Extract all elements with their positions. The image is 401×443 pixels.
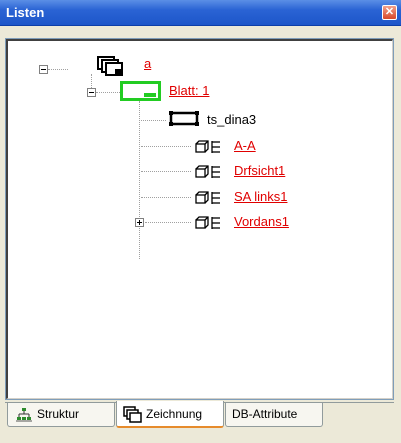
- view-icon: [195, 140, 220, 153]
- sheet-icon: [120, 81, 161, 101]
- tree-node-view[interactable]: SA links1: [234, 189, 287, 205]
- tab-strip: Struktur Zeichnung DB-Attribute: [5, 401, 394, 433]
- drawing-stack-icon: [97, 56, 123, 76]
- tab-label: Zeichnung: [146, 407, 203, 421]
- frame-format-icon: [169, 111, 199, 126]
- view-icon: [195, 191, 220, 204]
- tree-node-view[interactable]: Vordans1: [234, 214, 289, 230]
- view-expand-toggle[interactable]: [135, 218, 144, 227]
- tree-node-format[interactable]: ts_dina3: [207, 112, 256, 128]
- tree-node-root[interactable]: a: [144, 56, 151, 72]
- structure-icon: [16, 408, 32, 422]
- tab-zeichnung[interactable]: Zeichnung: [116, 401, 224, 428]
- tab-db-attribute[interactable]: DB-Attribute: [225, 403, 323, 427]
- tree-node-view[interactable]: Drfsicht1: [234, 163, 285, 179]
- tab-label: DB-Attribute: [232, 407, 298, 421]
- tree-panel: a Blatt: 1 ts_dina3 A-A Drfsicht1 SA lin…: [5, 38, 394, 400]
- view-icon: [195, 216, 220, 229]
- tab-struktur[interactable]: Struktur: [7, 403, 115, 427]
- drawing-icon: [123, 406, 142, 423]
- tree-view[interactable]: a Blatt: 1 ts_dina3 A-A Drfsicht1 SA lin…: [6, 39, 393, 399]
- title-bar: Listen ✕: [0, 0, 401, 26]
- window-title: Listen: [6, 5, 45, 20]
- close-icon: ✕: [384, 6, 395, 18]
- root-collapse-toggle[interactable]: [39, 65, 48, 74]
- view-icon: [195, 165, 220, 178]
- tree-node-sheet[interactable]: Blatt: 1: [169, 83, 209, 99]
- tab-label: Struktur: [37, 407, 80, 421]
- close-button[interactable]: ✕: [382, 5, 397, 20]
- sheet-collapse-toggle[interactable]: [87, 88, 96, 97]
- tree-node-view[interactable]: A-A: [234, 138, 256, 154]
